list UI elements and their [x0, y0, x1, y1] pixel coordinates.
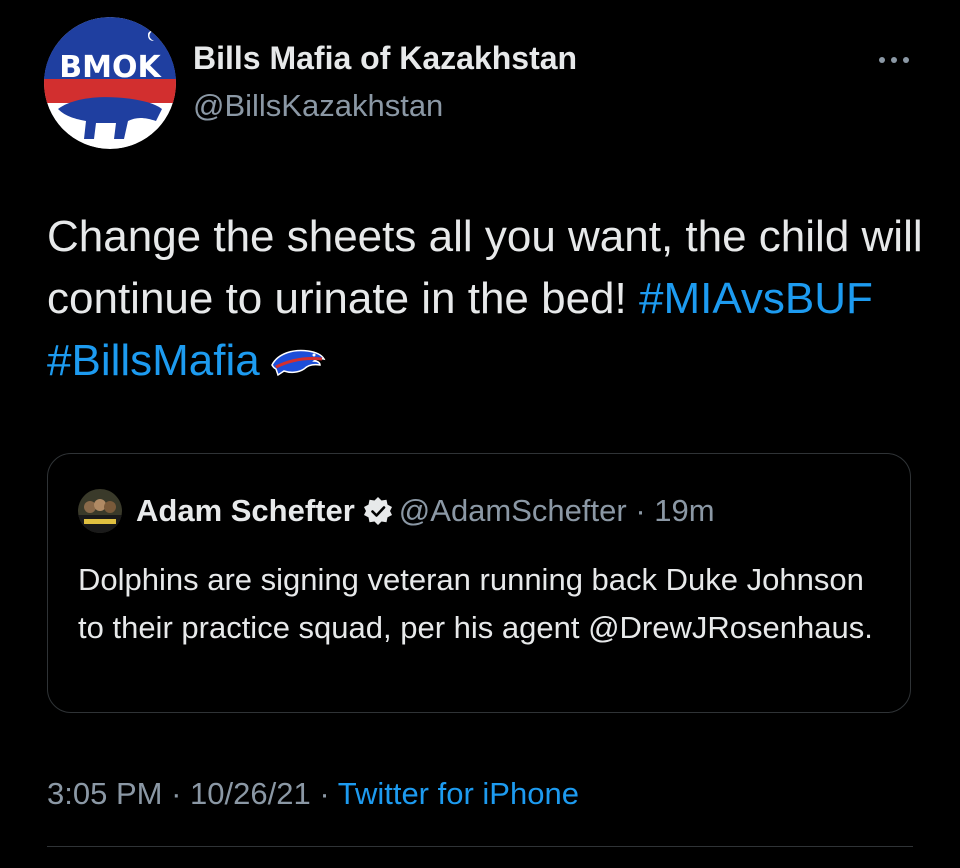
quoted-tweet[interactable]: Adam Schefter @AdamSchefter · 19m Dolphin… [47, 453, 911, 713]
quoted-author-name[interactable]: Adam Schefter [136, 493, 355, 528]
tweet-time[interactable]: 3:05 PM [47, 776, 162, 811]
bmok-logo-icon: BMOK [44, 17, 176, 149]
quoted-author-avatar[interactable] [78, 489, 122, 533]
tweet-date[interactable]: 10/26/21 [190, 776, 311, 811]
tweet-source-link[interactable]: Twitter for iPhone [338, 776, 579, 811]
more-horizontal-icon[interactable] [876, 50, 912, 70]
author-avatar[interactable]: BMOK [44, 17, 176, 149]
quoted-tweet-time[interactable]: 19m [654, 493, 714, 528]
quoted-tweet-header: Adam Schefter @AdamSchefter · 19m [136, 491, 715, 531]
hashtag-link[interactable]: #MIAvsBUF [639, 274, 873, 323]
hashtag-link[interactable]: #BillsMafia [47, 336, 260, 385]
tweet-meta: 3:05 PM · 10/26/21 · Twitter for iPhone [47, 776, 579, 812]
author-display-name[interactable]: Bills Mafia of Kazakhstan [193, 40, 577, 77]
quoted-tweet-text: Dolphins are signing veteran running bac… [78, 562, 873, 645]
buffalo-bills-logo-icon [268, 334, 328, 377]
verified-badge-icon [363, 496, 393, 526]
divider [47, 846, 913, 847]
avatar-logo-text: BMOK [59, 50, 162, 85]
quoted-author-handle[interactable]: @AdamSchefter [399, 493, 627, 528]
separator-text: · [635, 493, 646, 528]
author-handle[interactable]: @BillsKazakhstan [193, 88, 443, 124]
separator-dot: · [171, 776, 182, 811]
separator-dot: · [627, 493, 655, 528]
tweet-text: Change the sheets all you want, the chil… [47, 206, 927, 392]
separator-dot: · [319, 776, 330, 811]
tweet-card: BMOK Bills Mafia of Kazakhstan @BillsKaz… [0, 0, 960, 868]
